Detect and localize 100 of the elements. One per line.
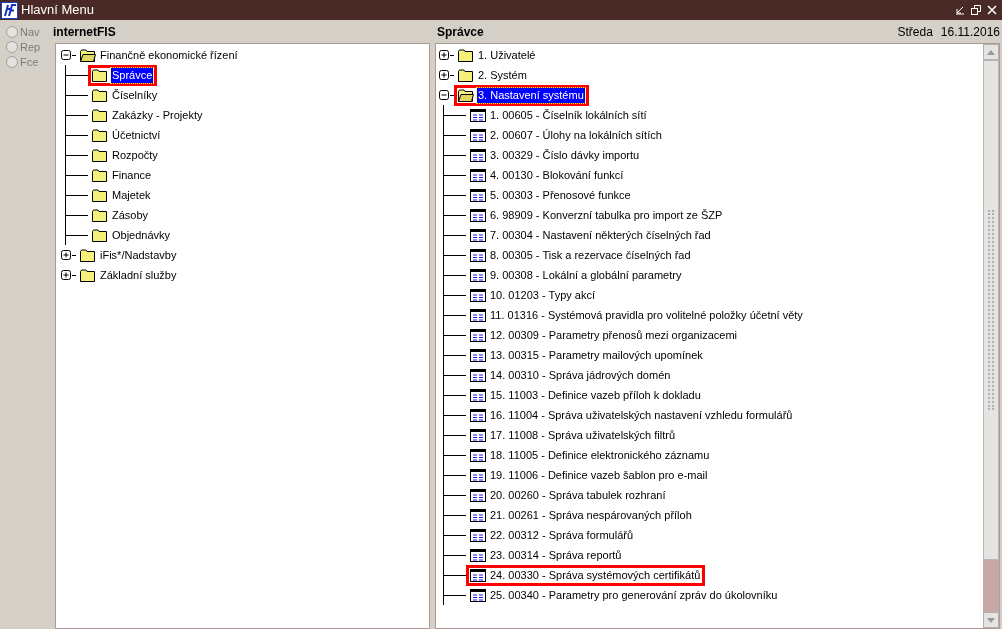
folder-icon: [458, 48, 474, 62]
tree-item[interactable]: 20. 00260 - Správa tabulek rozhraní: [489, 487, 667, 503]
open-folder-icon: [458, 88, 474, 102]
radio-label: Fce: [20, 54, 39, 70]
tree-item[interactable]: 19. 11006 - Definice vazeb šablon pro e-mail: [489, 467, 709, 483]
tree-item[interactable]: Zásoby: [111, 207, 150, 223]
form-icon: [470, 208, 486, 222]
tree-item[interactable]: 6. 98909 - Konverzní tabulka pro import ze ŠZP: [489, 207, 724, 223]
tree-item[interactable]: 18. 11005 - Definice elektronického záznamu: [489, 447, 711, 463]
form-icon: [470, 348, 486, 362]
tree-item[interactable]: 3. 00329 - Číslo dávky importu: [489, 147, 641, 163]
tree-item[interactable]: 12. 00309 - Parametry přenosů mezi organizacemi: [489, 327, 738, 343]
form-icon: [470, 548, 486, 562]
open-folder-icon: [80, 48, 96, 62]
folder-icon: [458, 68, 474, 82]
form-icon: [470, 108, 486, 122]
form-icon: [470, 568, 486, 582]
folder-icon: [80, 268, 96, 282]
form-icon: [470, 428, 486, 442]
tree-item[interactable]: Základní služby: [99, 267, 178, 283]
tree-item[interactable]: 2. 00607 - Úlohy na lokálních sítích: [489, 127, 663, 143]
tree-item[interactable]: 25. 00340 - Parametry pro generování zpráv do úkolovníku: [489, 587, 779, 603]
tree-item[interactable]: 3. Nastavení systému: [477, 87, 585, 103]
folder-icon: [80, 248, 96, 262]
tree-item[interactable]: 4. 00130 - Blokování funkcí: [489, 167, 625, 183]
tree-item[interactable]: 5. 00303 - Přenosové funkce: [489, 187, 632, 203]
tree-item[interactable]: 15. 11003 - Definice vazeb příloh k dokladu: [489, 387, 702, 403]
radio-label: Nav: [20, 24, 40, 40]
tree-item[interactable]: Číselníky: [111, 87, 159, 103]
tree-item[interactable]: 9. 00308 - Lokální a globální parametry: [489, 267, 683, 283]
form-icon: [470, 308, 486, 322]
form-icon: [470, 228, 486, 242]
tree-item[interactable]: Finančně ekonomické řízení: [99, 47, 239, 63]
form-icon: [470, 368, 486, 382]
expand-icon[interactable]: [61, 269, 72, 281]
folder-icon: [92, 208, 108, 222]
folder-icon: [92, 148, 108, 162]
folder-icon: [92, 108, 108, 122]
window-title: Hlavní Menu: [21, 1, 94, 20]
collapse-icon[interactable]: [61, 49, 72, 61]
tree-item[interactable]: Objednávky: [111, 227, 172, 243]
close-icon[interactable]: [986, 4, 998, 16]
tree-item[interactable]: Zakázky - Projekty: [111, 107, 204, 123]
tree-item[interactable]: Rozpočty: [111, 147, 159, 163]
folder-icon: [92, 168, 108, 182]
tree-item[interactable]: 23. 00314 - Správa reportů: [489, 547, 623, 563]
tree-item[interactable]: 21. 00261 - Správa nespárovaných příloh: [489, 507, 693, 523]
tree-item[interactable]: 8. 00305 - Tisk a rezervace číselných řad: [489, 247, 692, 263]
form-icon: [470, 508, 486, 522]
form-icon: [470, 528, 486, 542]
minimize-icon[interactable]: [954, 4, 966, 16]
tree-item[interactable]: Účetnictví: [111, 127, 162, 143]
expand-icon[interactable]: [439, 49, 450, 61]
tree-item[interactable]: Finance: [111, 167, 153, 183]
form-icon: [470, 388, 486, 402]
date-label: 16.11.2016: [940, 23, 1000, 41]
tree-item[interactable]: 7. 00304 - Nastavení některých číselných řad: [489, 227, 712, 243]
form-icon: [470, 328, 486, 342]
form-icon: [470, 468, 486, 482]
folder-icon: [92, 188, 108, 202]
form-icon: [470, 408, 486, 422]
tree-item[interactable]: 1. 00605 - Číselník lokálních sítí: [489, 107, 648, 123]
tree-item[interactable]: 1. Uživatelé: [477, 47, 537, 63]
form-icon: [470, 448, 486, 462]
panel-title: Správce: [437, 23, 484, 41]
tree-item[interactable]: iFis*/Nadstavby: [99, 247, 178, 263]
form-icon: [470, 288, 486, 302]
expand-icon[interactable]: [439, 69, 450, 81]
tree-item[interactable]: 22. 00312 - Správa formulářů: [489, 527, 635, 543]
day-label: Středa: [897, 23, 933, 41]
folder-icon: [92, 88, 108, 102]
form-icon: [470, 248, 486, 262]
expand-icon[interactable]: [61, 249, 72, 261]
tree-item[interactable]: 14. 00310 - Správa jádrových domén: [489, 367, 672, 383]
panel-title: internetFIS: [53, 23, 116, 41]
folder-icon: [92, 128, 108, 142]
tree-item[interactable]: 17. 11008 - Správa uživatelských filtrů: [489, 427, 677, 443]
form-icon: [470, 168, 486, 182]
form-icon: [470, 188, 486, 202]
up-arrow-icon: [987, 49, 995, 55]
form-icon: [470, 588, 486, 602]
form-icon: [470, 128, 486, 142]
restore-icon[interactable]: [970, 4, 982, 16]
radio-label: Rep: [20, 39, 41, 55]
form-icon: [470, 148, 486, 162]
tree-item[interactable]: 10. 01203 - Typy akcí: [489, 287, 596, 303]
tree-item[interactable]: 11. 01316 - Systémová pravidla pro volitelné položky účetní věty: [489, 307, 804, 323]
form-icon: [470, 268, 486, 282]
tree-item[interactable]: 13. 00315 - Parametry mailových upomínek: [489, 347, 704, 363]
app-logo-icon: [1, 1, 18, 19]
tree-item[interactable]: 2. Systém: [477, 67, 528, 83]
tree-item[interactable]: 16. 11004 - Správa uživatelských nastavení vzhledu formulářů: [489, 407, 794, 423]
tree-item[interactable]: Majetek: [111, 187, 152, 203]
down-arrow-icon: [987, 617, 995, 623]
folder-icon: [92, 68, 108, 82]
collapse-icon[interactable]: [439, 89, 450, 101]
folder-icon: [92, 228, 108, 242]
tree-item[interactable]: 24. 00330 - Správa systémových certifikátů: [489, 567, 702, 583]
form-icon: [470, 488, 486, 502]
tree-item[interactable]: Správce: [111, 67, 154, 83]
